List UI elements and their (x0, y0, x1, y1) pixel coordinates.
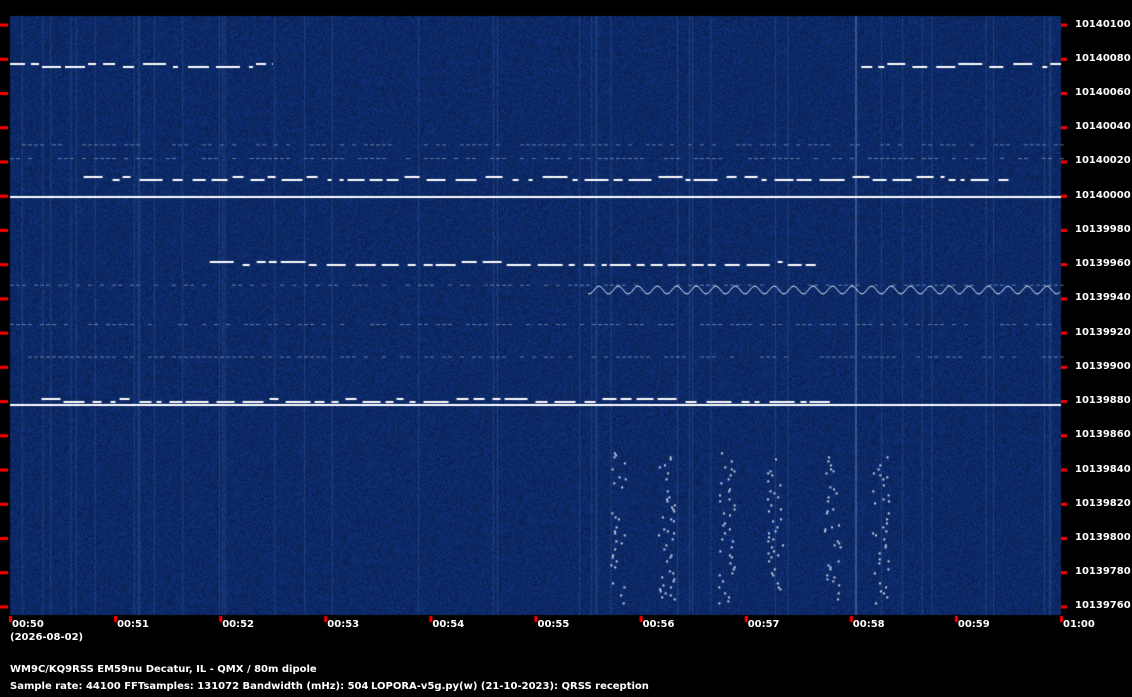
y-tick-label: 10139840 (1075, 463, 1131, 475)
y-tick-label: 10140060 (1075, 87, 1131, 98)
software-info: LOPORA-v5g.py(w) (21-10-2023): QRSS rece… (371, 681, 649, 692)
capture-parameters: Sample rate: 44100 FFTsamples: 131072 Ba… (10, 681, 369, 692)
x-tick-label: 00:58 (852, 619, 885, 630)
x-tick-label: 00:52 (222, 619, 255, 630)
y-tick-label: 10140040 (1075, 121, 1131, 133)
y-tick-label: 10139780 (1075, 566, 1131, 578)
x-tick-label: 01:00 (1063, 619, 1095, 630)
y-tick-label: 10139940 (1075, 292, 1131, 304)
y-tick-label: 10139880 (1075, 395, 1131, 407)
y-tick-label: 10139920 (1075, 326, 1131, 338)
y-tick-label: 10139760 (1075, 600, 1131, 612)
y-tick-label: 10139820 (1075, 497, 1131, 509)
x-tick-label: 00:57 (747, 619, 780, 630)
x-tick-label: 00:51 (117, 619, 149, 630)
date-label: (2026-08-02) (10, 632, 84, 643)
waterfall-spectrogram (0, 0, 1132, 697)
x-tick-label: 00:55 (537, 619, 570, 630)
x-tick-label: 00:54 (432, 619, 465, 630)
y-tick-label: 10140080 (1075, 52, 1131, 64)
x-tick-label: 00:50 (12, 619, 44, 630)
station-info: WM9C/KQ9RSS EM59nu Decatur, IL - QMX / 8… (10, 664, 317, 675)
y-tick-label: 10139800 (1075, 531, 1131, 543)
x-tick-label: 00:53 (327, 619, 360, 630)
y-tick-label: 10140100 (1075, 18, 1131, 30)
y-tick-label: 10139860 (1075, 429, 1131, 441)
y-tick-label: 10139980 (1075, 223, 1131, 235)
x-tick-label: 00:56 (642, 619, 675, 630)
y-tick-label: 10139900 (1075, 360, 1131, 372)
y-tick-label: 10140020 (1075, 155, 1131, 167)
y-tick-label: 10140000 (1075, 189, 1131, 201)
x-tick-label: 00:59 (957, 619, 990, 630)
y-tick-label: 10139960 (1075, 258, 1131, 270)
